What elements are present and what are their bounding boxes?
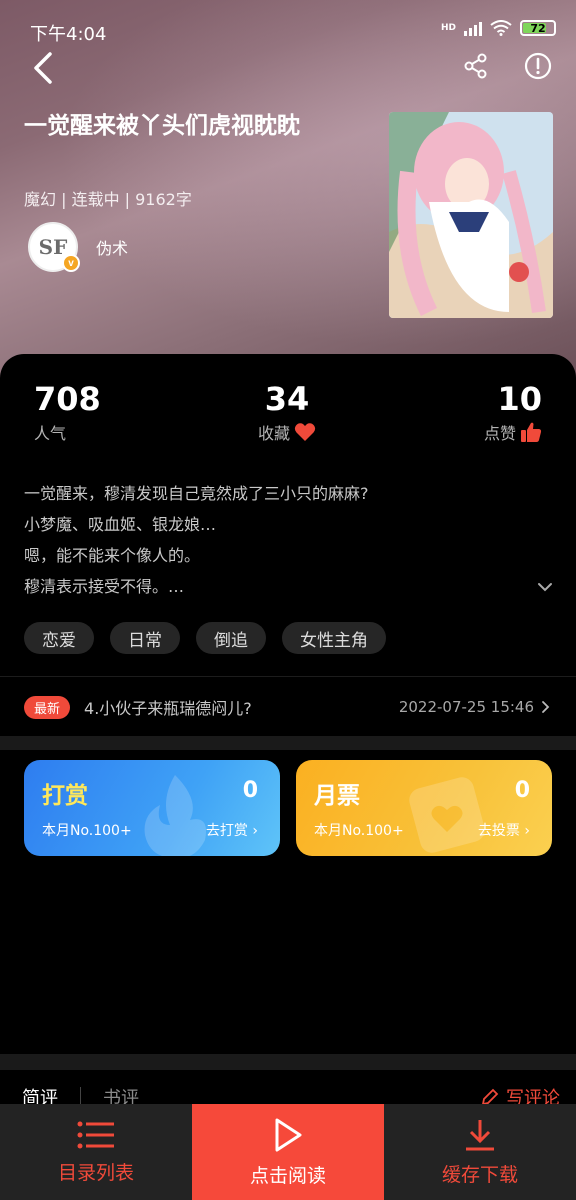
latest-chapter-row[interactable]: 最新 4.小伙子来瓶瑞德闷儿? 2022-07-25 15:46	[24, 692, 552, 722]
play-icon	[275, 1118, 302, 1151]
stat-likes[interactable]: 10 点赞	[484, 380, 542, 444]
bottom-action-bar: 目录列表 点击阅读 缓存下载	[0, 1104, 576, 1200]
author-name[interactable]: 伪术	[96, 235, 128, 259]
verified-badge: v	[62, 254, 80, 272]
top-bar	[0, 46, 576, 90]
hd-icon: HD	[440, 23, 456, 33]
tag[interactable]: 日常	[110, 622, 180, 654]
reward-title: 打赏	[42, 783, 88, 809]
stat-favorites[interactable]: 34 收藏	[258, 380, 316, 444]
latest-chapter-title: 4.小伙子来瓶瑞德闷儿?	[84, 699, 252, 718]
detail-sheet: 708 人气 34 收藏 10 点赞 一觉醒来，穆清发现自己竟然成了三小只的麻麻…	[0, 354, 576, 1200]
tag[interactable]: 恋爱	[24, 622, 94, 654]
section-separator	[0, 736, 576, 750]
avatar[interactable]: SF v	[28, 222, 80, 272]
popularity-label: 人气	[34, 424, 67, 443]
report-icon[interactable]	[524, 52, 552, 80]
ticket-rank: 本月No.100+	[314, 823, 404, 839]
tag-list: 恋爱 日常 倒追 女性主角	[24, 622, 386, 654]
tag[interactable]: 女性主角	[282, 622, 386, 654]
ticket-title: 月票	[314, 783, 360, 809]
description-line: 一觉醒来，穆清发现自己竟然成了三小只的麻麻?	[24, 484, 369, 503]
avatar-logo: SF	[38, 235, 68, 259]
download-icon	[466, 1119, 494, 1150]
favorites-label: 收藏	[258, 424, 291, 443]
latest-chapter-time: 2022-07-25 15:46	[398, 698, 534, 716]
reward-action-label: 去打赏	[205, 823, 248, 839]
monthly-ticket-card[interactable]: 月票 0 本月No.100+ 去投票 ›	[296, 760, 552, 856]
book-meta: 魔幻 | 连载中 | 9162字	[24, 190, 192, 209]
catalog-label: 目录列表	[57, 1161, 134, 1184]
status-time: 下午4:04	[30, 24, 107, 45]
download-label: 缓存下载	[441, 1163, 518, 1186]
thumbs-up-icon	[521, 422, 542, 442]
ticket-count: 0	[514, 778, 530, 803]
ticket-action[interactable]: 去投票 ›	[478, 820, 530, 840]
reward-action[interactable]: 去打赏 ›	[206, 820, 258, 840]
list-icon	[77, 1121, 114, 1148]
expand-chevron-icon[interactable]	[536, 578, 554, 596]
download-button[interactable]: 缓存下载	[384, 1104, 576, 1200]
likes-value: 10	[497, 380, 542, 418]
divider	[0, 676, 576, 677]
ticket-icon	[409, 777, 485, 853]
book-title: 一觉醒来被丫头们虎视眈眈	[24, 113, 300, 139]
chevron-right-icon	[542, 701, 550, 713]
author-row[interactable]: SF v 伪术	[28, 222, 128, 272]
cover-illustration	[389, 112, 553, 318]
ticket-action-label: 去投票	[477, 823, 520, 839]
favorites-value: 34	[264, 380, 310, 418]
battery-level: 72	[530, 21, 546, 35]
reward-card[interactable]: 打赏 0 本月No.100+ 去打赏 ›	[24, 760, 280, 856]
signal-icon	[464, 20, 482, 36]
book-description: 一觉醒来，穆清发现自己竟然成了三小只的麻麻? 小梦魔、吸血姬、银龙娘… 嗯，能不…	[24, 478, 544, 602]
status-icons: HD 72	[441, 20, 556, 36]
read-label: 点击阅读	[249, 1164, 326, 1187]
tag[interactable]: 倒追	[196, 622, 266, 654]
book-cover[interactable]	[389, 112, 553, 318]
section-separator	[0, 1054, 576, 1070]
read-button[interactable]: 点击阅读	[192, 1104, 384, 1200]
wifi-icon	[490, 20, 512, 36]
heart-icon	[294, 423, 316, 441]
reward-rank: 本月No.100+	[42, 823, 132, 839]
back-icon[interactable]	[28, 50, 60, 86]
battery-icon: 72	[520, 20, 556, 36]
likes-label: 点赞	[483, 424, 516, 443]
popularity-value: 708	[34, 380, 101, 418]
catalog-button[interactable]: 目录列表	[0, 1104, 192, 1200]
reward-count: 0	[242, 778, 258, 803]
description-line: 小梦魔、吸血姬、银龙娘…	[24, 515, 217, 534]
stat-popularity: 708 人气	[34, 380, 101, 444]
latest-badge: 最新	[24, 695, 71, 719]
share-icon[interactable]	[462, 52, 490, 80]
flame-icon	[144, 775, 206, 856]
description-line: 穆清表示接受不得。…	[24, 577, 185, 596]
stats-row: 708 人气 34 收藏 10 点赞	[0, 380, 576, 450]
description-line: 嗯，能不能来个像人的。	[24, 546, 201, 565]
